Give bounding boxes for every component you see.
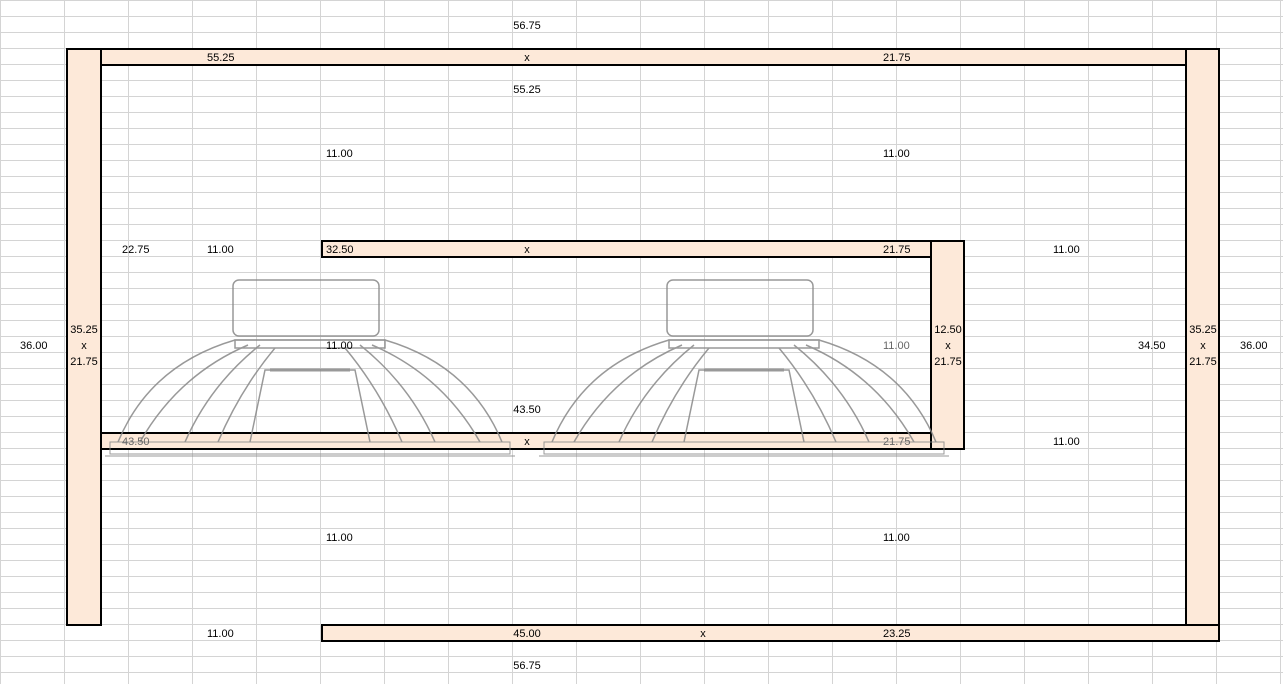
top-panel[interactable]: [100, 48, 1187, 66]
top-panel-depth: 21.75: [883, 52, 911, 64]
shelf-x: x: [524, 244, 530, 256]
baffle-depth: 21.75: [883, 436, 911, 448]
right-gap-upper: 11.00: [1053, 244, 1080, 256]
shelf-depth: 21.75: [883, 244, 911, 256]
top-panel-length: 55.25: [207, 52, 235, 64]
right-side-dims: 35.25 x 21.75: [1189, 322, 1217, 370]
gap-upper-left: 11.00: [326, 148, 353, 160]
center-gap-right: 11.00: [883, 340, 910, 352]
gap-upper-right: 11.00: [883, 148, 910, 160]
baffle-span: 43.50: [513, 404, 541, 416]
gap-lower-left: 11.00: [326, 532, 353, 544]
inner-width-top: 55.25: [513, 84, 541, 96]
shelf-length: 32.50: [326, 244, 354, 256]
baffle-length: 43.50: [122, 436, 150, 448]
left-side-dims: 35.25 x 21.75: [70, 322, 98, 370]
overall-width-top: 56.75: [513, 20, 541, 32]
bottom-panel[interactable]: [321, 624, 1220, 642]
baffle-x: x: [524, 436, 530, 448]
center-gap-left: 11.00: [326, 340, 353, 352]
divider-length: 12.50: [934, 324, 962, 336]
bottom-panel-length: 45.00: [513, 628, 541, 640]
left-side-depth: 21.75: [70, 356, 98, 368]
left-gap: 11.00: [207, 244, 234, 256]
right-side-length: 35.25: [1189, 324, 1217, 336]
top-panel-x: x: [524, 52, 530, 64]
left-side-length: 35.25: [70, 324, 98, 336]
overall-height-right: 36.00: [1240, 340, 1268, 352]
overall-width-bottom: 56.75: [513, 660, 541, 672]
subwoofer-left-image: [105, 279, 515, 457]
bottom-gap: 11.00: [207, 628, 234, 640]
right-side-x: x: [1200, 340, 1206, 352]
divider-depth: 21.75: [934, 356, 962, 368]
right-gap-lower: 11.00: [1053, 436, 1080, 448]
right-side-depth: 21.75: [1189, 356, 1217, 368]
left-clearance: 22.75: [122, 244, 150, 256]
gap-lower-right: 11.00: [883, 532, 910, 544]
divider-x: x: [945, 340, 951, 352]
inner-height-right: 34.50: [1138, 340, 1166, 352]
overall-height-left: 36.00: [20, 340, 48, 352]
bottom-panel-x: x: [700, 628, 706, 640]
bottom-panel-depth: 23.25: [883, 628, 911, 640]
divider-dims: 12.50 x 21.75: [934, 322, 962, 370]
magnet-right: [666, 279, 814, 337]
shelf-panel[interactable]: [321, 240, 932, 258]
left-side-x: x: [81, 340, 87, 352]
magnet-left: [232, 279, 380, 337]
